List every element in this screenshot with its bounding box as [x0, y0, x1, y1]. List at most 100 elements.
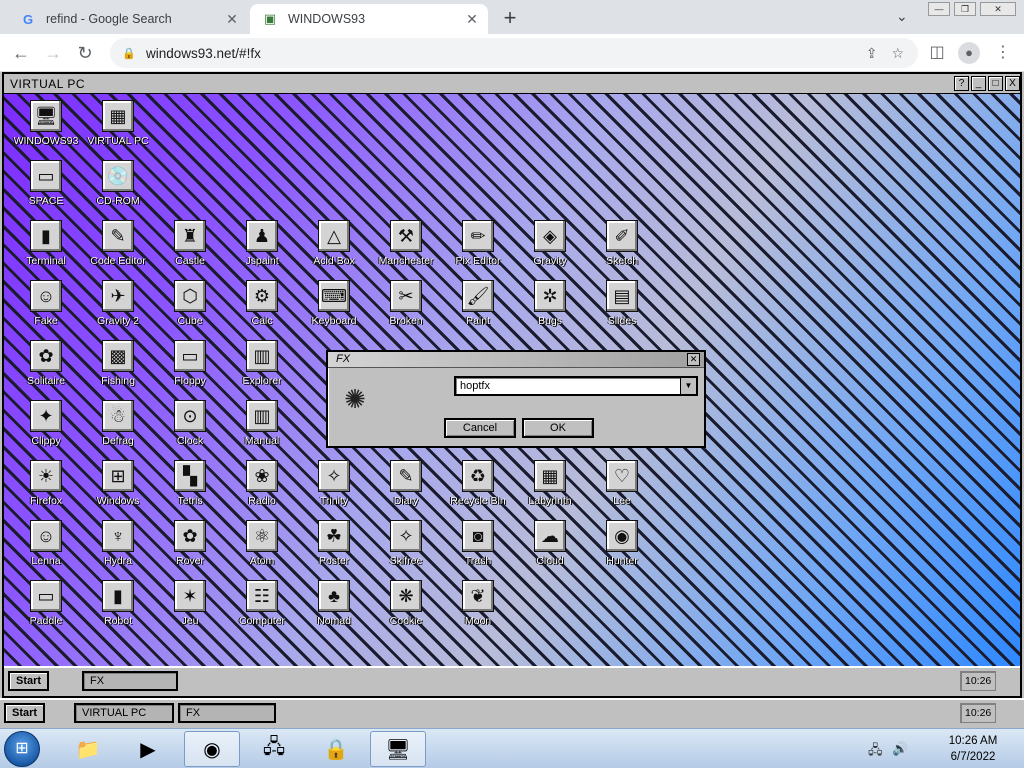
desktop-icon[interactable]: ▭ SPACE — [8, 160, 84, 220]
desktop-icon[interactable]: ⊞ Windows — [80, 460, 156, 520]
reload-icon[interactable]: ↻ — [72, 40, 98, 66]
url-text[interactable]: windows93.net/#!fx — [146, 46, 866, 61]
desktop-icon[interactable]: ✿ Rover — [152, 520, 228, 580]
desktop-icon[interactable]: ✿ Solitaire — [8, 340, 84, 400]
desktop-icon[interactable]: ⬡ Cube — [152, 280, 228, 340]
remote-desktop-icon[interactable]: 🖥 — [370, 731, 426, 767]
desktop-icon[interactable]: ▦ Labyrinth — [512, 460, 588, 520]
close-tab-icon[interactable]: ✕ — [462, 11, 482, 28]
more-menu-icon[interactable]: ⋮ — [992, 42, 1014, 62]
desktop-icon[interactable]: ♣ Nomad — [296, 580, 372, 640]
inner-start-button[interactable]: Start — [8, 671, 50, 691]
desktop-icon[interactable]: ◉ Hunter — [584, 520, 660, 580]
desktop-icon[interactable]: ⚙ Calc — [224, 280, 300, 340]
desktop-icon[interactable]: ▭ Paddle — [8, 580, 84, 640]
desktop-icon[interactable]: ⚛ Atom — [224, 520, 300, 580]
desktop-icon[interactable]: ☃ Defrag — [80, 400, 156, 460]
desktop-icon[interactable]: ▩ Fishing — [80, 340, 156, 400]
desktop-icon[interactable]: ✧ Trinity — [296, 460, 372, 520]
desktop-icon[interactable]: ◈ Gravity — [512, 220, 588, 280]
desktop-icon[interactable]: ▚ Tetris — [152, 460, 228, 520]
maximize-button[interactable]: □ — [988, 76, 1003, 91]
app-lock-icon[interactable]: 🔒 — [308, 731, 364, 767]
desktop-icon[interactable]: 💿 CD-ROM — [80, 160, 156, 220]
desktop-icon[interactable]: ✲ Bugs — [512, 280, 588, 340]
desktop-icon[interactable]: 🖥 WINDOWS93 — [8, 100, 84, 160]
desktop-icon[interactable]: ☘ Poster — [296, 520, 372, 580]
network-tray-icon[interactable]: 🖧 — [868, 741, 883, 763]
desktop-icon[interactable]: ☺ Lenna — [8, 520, 84, 580]
desktop-icon[interactable]: ❋ Cookie — [368, 580, 444, 640]
browser-tab-windows93[interactable]: ▣ WINDOWS93 ✕ — [250, 4, 488, 34]
desktop-icon[interactable]: ⊙ Clock — [152, 400, 228, 460]
bookmark-star-icon[interactable]: ☆ — [891, 45, 904, 62]
desktop-icon[interactable]: ▥ Explorer — [224, 340, 300, 400]
share-icon[interactable]: ⇪ — [866, 45, 878, 62]
desktop-icon[interactable]: ✎ Diary — [368, 460, 444, 520]
desktop-icon[interactable]: ◙ Trash — [440, 520, 516, 580]
help-button[interactable]: ? — [954, 76, 969, 91]
desktop-icon[interactable]: ▭ Floppy — [152, 340, 228, 400]
desktop-icon[interactable]: ☷ Computer — [224, 580, 300, 640]
start-button[interactable]: Start — [4, 703, 46, 723]
desktop-icon[interactable]: ▮ Robot — [80, 580, 156, 640]
desktop-icon[interactable]: ☀ Firefox — [8, 460, 84, 520]
desktop-icon[interactable]: ♻ Recycle Bin — [440, 460, 516, 520]
close-button[interactable]: X — [1005, 76, 1020, 91]
system-clock[interactable]: 10:26 AM 6/7/2022 — [940, 733, 1006, 765]
address-bar[interactable]: 🔒 windows93.net/#!fx ⇪ ☆ — [110, 38, 918, 68]
tab-search-chevron-icon[interactable]: ⌄ — [896, 8, 908, 25]
desktop-icon[interactable]: ⌨ Keyboard — [296, 280, 372, 340]
virtual-pc-titlebar[interactable]: VIRTUAL PC ? _ □ X — [4, 74, 1020, 94]
desktop-icon[interactable]: ✧ Skifree — [368, 520, 444, 580]
chevron-down-icon[interactable]: ▼ — [680, 378, 696, 394]
desktop-icon[interactable]: △ Acid Box — [296, 220, 372, 280]
chrome-icon[interactable]: ◉ — [184, 731, 240, 767]
desktop-icon[interactable]: ▦ VIRTUAL PC — [80, 100, 156, 160]
forward-arrow-icon[interactable]: → — [40, 40, 66, 66]
desktop-icon[interactable]: ✎ Code Editor — [80, 220, 156, 280]
task-fx[interactable]: FX — [178, 703, 276, 723]
inner-task-fx[interactable]: FX — [82, 671, 178, 691]
desktop-icon[interactable]: ♜ Castle — [152, 220, 228, 280]
desktop-icon[interactable]: ▮ Terminal — [8, 220, 84, 280]
desktop-icon[interactable]: ⚒ Manchester — [368, 220, 444, 280]
task-virtual-pc[interactable]: VIRTUAL PC — [74, 703, 174, 723]
desktop-icon[interactable]: ☁ Cloud — [512, 520, 588, 580]
network-icon[interactable]: 🖧 — [246, 731, 302, 767]
desktop-icon[interactable]: ✐ Sketch — [584, 220, 660, 280]
desktop-icon[interactable]: ✏ Pix Editor — [440, 220, 516, 280]
fx-dialog-titlebar[interactable]: FX ✕ — [328, 352, 704, 368]
desktop-icon[interactable]: ▥ Manual — [224, 400, 300, 460]
desktop-icon[interactable]: 🖌 Paint — [440, 280, 516, 340]
desktop-icon[interactable]: ♆ Hydra — [80, 520, 156, 580]
windows93-desktop[interactable]: 🖥 WINDOWS93 ▦ VIRTUAL PC ▭ SPACE 💿 CD-ROM ▮ Termi… — [4, 94, 1020, 666]
restore-window-button[interactable]: ❐ — [954, 2, 976, 16]
side-panel-icon[interactable]: ◫ — [926, 42, 948, 62]
desktop-icon[interactable]: ☺ Fake — [8, 280, 84, 340]
close-window-button[interactable]: ✕ — [980, 2, 1016, 16]
desktop-icon[interactable]: ❀ Radio — [224, 460, 300, 520]
ok-button[interactable]: OK — [522, 418, 594, 438]
desktop-icon[interactable]: ▤ Slides — [584, 280, 660, 340]
desktop-icon[interactable]: ✦ Clippy — [8, 400, 84, 460]
desktop-icon[interactable]: ✶ Jeu — [152, 580, 228, 640]
desktop-icon[interactable]: ✂ Broken — [368, 280, 444, 340]
minimize-button[interactable]: _ — [971, 76, 986, 91]
desktop-icon[interactable]: ♡ Lee — [584, 460, 660, 520]
fx-select-field[interactable]: hoptfx ▼ — [454, 376, 698, 396]
close-tab-icon[interactable]: ✕ — [222, 11, 242, 28]
media-player-icon[interactable]: ▶ — [120, 731, 176, 767]
back-arrow-icon[interactable]: ← — [8, 40, 34, 66]
volume-tray-icon[interactable]: 🔊 — [892, 741, 908, 757]
windows-start-orb-icon[interactable]: ⊞ — [4, 731, 40, 767]
lock-icon[interactable]: 🔒 — [122, 47, 136, 60]
profile-avatar-icon[interactable]: ● — [958, 42, 980, 64]
dialog-close-button[interactable]: ✕ — [687, 353, 700, 366]
browser-tab-google-search[interactable]: G refind - Google Search ✕ — [8, 4, 248, 34]
explorer-icon[interactable]: 📁 — [60, 731, 116, 767]
desktop-icon[interactable]: ♟ Jspaint — [224, 220, 300, 280]
desktop-icon[interactable]: ❦ Moon — [440, 580, 516, 640]
new-tab-button[interactable]: + — [498, 5, 522, 31]
cancel-button[interactable]: Cancel — [444, 418, 516, 438]
